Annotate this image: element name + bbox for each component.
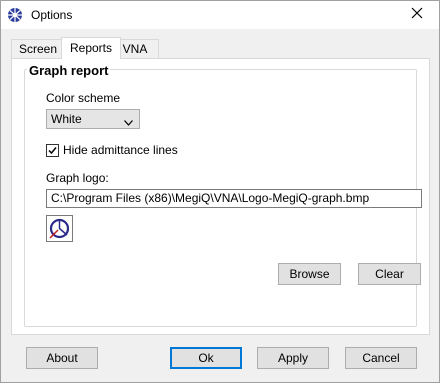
color-scheme-select[interactable]: White	[46, 109, 140, 129]
about-button[interactable]: About	[26, 347, 98, 369]
tab-vna-label: VNA	[122, 42, 148, 56]
color-scheme-label: Color scheme	[46, 91, 121, 105]
logo-preview	[46, 215, 73, 242]
tab-reports-label: Reports	[69, 41, 113, 55]
window-title: Options	[31, 8, 73, 22]
browse-button[interactable]: Browse	[278, 263, 341, 285]
logo-preview-icon	[47, 218, 72, 244]
graph-logo-path-field[interactable]: C:\Program Files (x86)\MegiQ\VNA\Logo-Me…	[46, 189, 422, 208]
apply-button[interactable]: Apply	[257, 347, 329, 369]
clear-button[interactable]: Clear	[358, 263, 421, 285]
browse-label: Browse	[289, 267, 330, 281]
graph-report-title: Graph report	[27, 63, 111, 78]
ok-label: Ok	[198, 351, 214, 365]
tab-reports[interactable]: Reports	[61, 37, 121, 59]
color-scheme-value: White	[51, 112, 82, 126]
cancel-label: Cancel	[362, 351, 400, 365]
ok-button[interactable]: Ok	[170, 347, 242, 369]
reports-panel: Graph report Color scheme White Hide adm…	[11, 58, 430, 335]
tab-screen[interactable]: Screen	[11, 39, 65, 58]
clear-label: Clear	[375, 267, 404, 281]
graph-report-group: Graph report Color scheme White Hide adm…	[24, 63, 422, 327]
cancel-button[interactable]: Cancel	[345, 347, 417, 369]
graph-logo-label: Graph logo:	[46, 171, 109, 185]
about-label: About	[46, 351, 78, 365]
hide-admittance-label[interactable]: Hide admittance lines	[63, 143, 178, 157]
hide-admittance-checkbox[interactable]	[46, 144, 59, 157]
close-button[interactable]	[395, 1, 439, 29]
close-icon	[411, 6, 423, 24]
apply-label: Apply	[277, 351, 309, 365]
tab-screen-label: Screen	[18, 42, 58, 56]
globe-icon	[7, 7, 23, 23]
options-dialog: Options Screen Reports VNA Graph report …	[0, 0, 440, 383]
title-bar: Options	[1, 1, 439, 29]
chevron-down-icon	[124, 115, 133, 126]
